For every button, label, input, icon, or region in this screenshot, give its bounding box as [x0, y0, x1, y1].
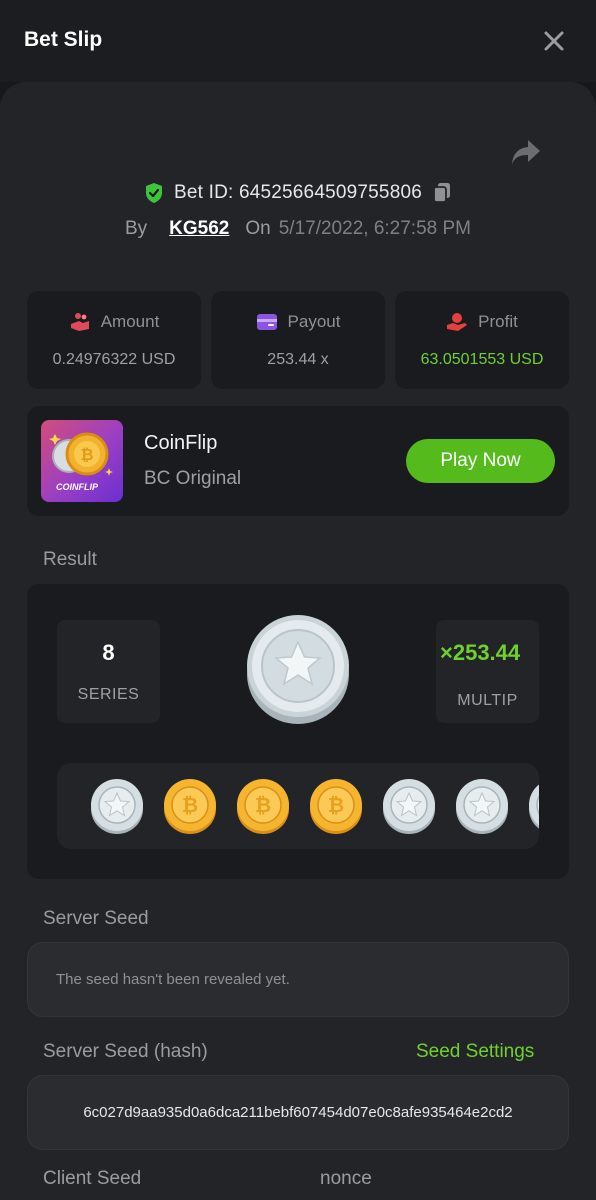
amount-card: Amount 0.24976322 USD [27, 291, 201, 389]
payout-label: Payout [287, 312, 341, 331]
amount-icon [70, 313, 89, 331]
svg-text:₿: ₿ [255, 793, 271, 817]
server-seed-field: The seed hasn't been revealed yet. [27, 942, 569, 1017]
multiplier-value: ×253.44 [440, 640, 521, 665]
profit-label: Profit [478, 312, 518, 331]
gold-coin-icon: ₿ [237, 779, 289, 834]
coin-results-strip[interactable]: ₿ ₿ ₿ [57, 763, 539, 849]
bet-id: Bet ID: 64525664509755806 [174, 182, 422, 203]
server-seed-hash-field[interactable]: 6c027d9aa935d0a6dca211bebf607454d07e0c8a… [27, 1075, 569, 1150]
profit-icon [447, 313, 468, 331]
payout-icon [256, 314, 277, 330]
gold-coin-icon: ₿ [164, 779, 216, 834]
close-button[interactable] [540, 27, 568, 55]
profit-card: Profit 63.0501553 USD [395, 291, 569, 389]
game-card: ₿ COINFLIP CoinFlip BC Original Play Now [27, 406, 569, 516]
game-name: CoinFlip [144, 432, 218, 454]
silver-coin-icon [456, 779, 508, 834]
nonce-label: nonce [320, 1168, 372, 1189]
silver-coin-icon [383, 779, 435, 834]
multiplier-box: ×253.44 MULTIP [436, 620, 539, 723]
result-label: Result [43, 549, 97, 570]
server-seed-hash-label: Server Seed (hash) [43, 1041, 208, 1062]
copy-icon [433, 183, 450, 203]
server-seed-label: Server Seed [43, 908, 149, 929]
bet-datetime: 5/17/2022, 6:27:58 PM [278, 218, 471, 239]
amount-value: 0.24976322 USD [52, 351, 176, 368]
header-title: Bet Slip [24, 28, 103, 51]
payout-value: 253.44 x [267, 351, 329, 368]
series-label: SERIES [77, 686, 140, 703]
play-now-button[interactable]: Play Now [406, 439, 555, 483]
share-button[interactable] [510, 138, 542, 166]
svg-text:₿: ₿ [328, 793, 344, 817]
svg-text:₿: ₿ [182, 793, 198, 817]
server-seed-value: The seed hasn't been revealed yet. [56, 971, 290, 988]
share-icon [512, 140, 540, 164]
payout-card: Payout 253.44 x [211, 291, 385, 389]
silver-coin-icon [529, 784, 539, 829]
result-card: 8 SERIES ×253.44 MULTIP ₿ ₿ ₿ [27, 584, 569, 879]
server-seed-hash-value: 6c027d9aa935d0a6dca211bebf607454d07e0c8a… [83, 1104, 513, 1121]
svg-text:₿: ₿ [80, 445, 93, 464]
shield-check-icon [146, 183, 162, 203]
seed-settings-link[interactable]: Seed Settings [416, 1041, 534, 1063]
series-count: 8 [102, 640, 115, 665]
close-icon [544, 31, 564, 51]
coinflip-thumbnail[interactable]: ₿ COINFLIP [41, 420, 123, 502]
multiplier-label: MULTIP [457, 692, 518, 709]
by-label: By [124, 218, 148, 239]
bet-id-row: Bet ID: 64525664509755806 [0, 178, 596, 208]
bet-slip-header: Bet Slip [0, 0, 596, 82]
client-seed-label: Client Seed [43, 1168, 142, 1189]
gold-coin-icon: ₿ [310, 779, 362, 834]
series-box: 8 SERIES [57, 620, 160, 723]
username-link[interactable]: KG562 [169, 218, 229, 240]
amount-label: Amount [100, 312, 160, 331]
copy-button[interactable] [432, 182, 452, 204]
profit-value: 63.0501553 USD [420, 351, 544, 368]
on-label: On [245, 218, 271, 239]
silver-coin-icon [91, 779, 143, 834]
game-subtitle: BC Original [144, 468, 242, 489]
silver-star-coin-icon [247, 615, 349, 724]
thumbnail-label: COINFLIP [56, 482, 98, 492]
bet-author-row: By KG562 On 5/17/2022, 6:27:58 PM [0, 214, 596, 244]
